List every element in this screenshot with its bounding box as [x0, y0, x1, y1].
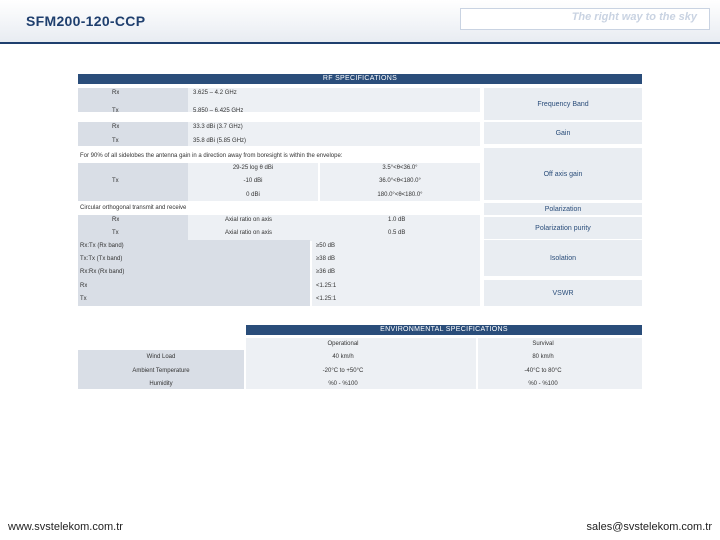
env-temperature-operational: -20°C to +50°C	[322, 368, 364, 374]
footer-email[interactable]: sales@svstelekom.com.tr	[587, 521, 712, 533]
purity-tx-label: Tx	[112, 230, 119, 236]
vswr-tx-label: Tx	[80, 296, 87, 302]
gain-label: Gain	[484, 122, 642, 144]
isolation-row2-label: Tx:Tx (Tx band)	[80, 256, 123, 262]
polarization-purity-label: Polarization purity	[484, 217, 642, 239]
gain-tx-value: 35.8 dBi (5.85 GHz)	[193, 138, 247, 144]
slogan-box: The right way to the sky	[460, 8, 710, 30]
freq-rx-value: 3.625 – 4.2 GHz	[193, 90, 237, 96]
purity-rx-value: 1.0 dB	[388, 217, 406, 223]
polarization-value: Circular orthogonal transmit and receive	[80, 205, 187, 211]
purity-label-bg	[78, 215, 188, 241]
gain-label-bg	[78, 122, 188, 146]
offaxis-tx-label: Tx	[112, 178, 119, 184]
off-axis-gain-label: Off axis gain	[484, 148, 642, 200]
env-wind-load-survival: 80 km/h	[532, 354, 554, 360]
offaxis-note: For 90% of all sidelobes the antenna gai…	[80, 153, 343, 159]
vswr-label: VSWR	[484, 280, 642, 306]
rf-section-title: RF SPECIFICATIONS	[78, 74, 642, 84]
vswr-rx-value: <1.25:1	[316, 283, 337, 289]
offaxis-row3-range: 180.0°<θ<180.0°	[377, 192, 423, 198]
env-humidity-operational: %0 - %100	[328, 381, 358, 387]
env-humidity-label: Humidity	[149, 381, 173, 387]
vswr-rx-label: Rx	[80, 283, 88, 289]
freq-tx-label: Tx	[112, 108, 119, 114]
offaxis-row2-range: 36.0°<θ<180.0°	[379, 178, 421, 184]
env-temperature-label: Ambient Temperature	[132, 368, 190, 374]
isolation-label: Isolation	[484, 240, 642, 276]
freq-label-bg	[78, 88, 188, 112]
offaxis-row3-value: 0 dBi	[246, 192, 260, 198]
footer-website[interactable]: www.svstelekom.com.tr	[8, 521, 123, 533]
env-wind-load-operational: 40 km/h	[332, 354, 354, 360]
gain-tx-label: Tx	[112, 138, 119, 144]
vswr-value-bg	[312, 280, 480, 306]
freq-rx-label: Rx	[112, 90, 120, 96]
gain-rx-value: 33.3 dBi (3.7 GHz)	[193, 124, 243, 130]
env-section-title: ENVIRONMENTAL SPECIFICATIONS	[246, 325, 642, 335]
frequency-band-label: Frequency Band	[484, 88, 642, 120]
isolation-row2-value: ≥38 dB	[316, 256, 335, 262]
env-operational-header: Operational	[327, 341, 359, 347]
isolation-row1-value: ≥50 dB	[316, 243, 335, 249]
isolation-value-bg	[312, 240, 480, 280]
vswr-tx-value: <1.25:1	[316, 296, 337, 302]
offaxis-row1-range: 3.5°<θ<36.0°	[382, 165, 418, 171]
purity-rx-label: Rx	[112, 217, 120, 223]
env-humidity-survival: %0 - %100	[528, 381, 558, 387]
offaxis-row1-value: 29-25 log θ dBi	[232, 165, 274, 171]
freq-tx-value: 5.850 – 6.425 GHz	[193, 108, 244, 114]
purity-tx-desc: Axial ratio on axis	[225, 230, 273, 236]
gain-rx-label: Rx	[112, 124, 120, 130]
vswr-label-bg	[78, 280, 310, 306]
isolation-row3-value: ≥36 dB	[316, 269, 335, 275]
purity-tx-value: 0.5 dB	[388, 230, 406, 236]
env-temperature-survival: -40°C to 80°C	[524, 368, 562, 374]
slogan-text: The right way to the sky	[571, 11, 697, 23]
offaxis-label-bg	[78, 163, 188, 201]
env-survival-header: Survival	[532, 341, 554, 347]
isolation-row3-label: Rx:Rx (Rx band)	[80, 269, 125, 275]
polarization-label: Polarization	[484, 203, 642, 215]
isolation-row1-label: Rx:Tx (Rx band)	[80, 243, 124, 249]
env-wind-load-label: Wind Load	[146, 354, 176, 360]
purity-rx-desc: Axial ratio on axis	[225, 217, 273, 223]
offaxis-row2-value: -10 dBi	[243, 178, 263, 184]
page-title: SFM200-120-CCP	[26, 13, 146, 29]
